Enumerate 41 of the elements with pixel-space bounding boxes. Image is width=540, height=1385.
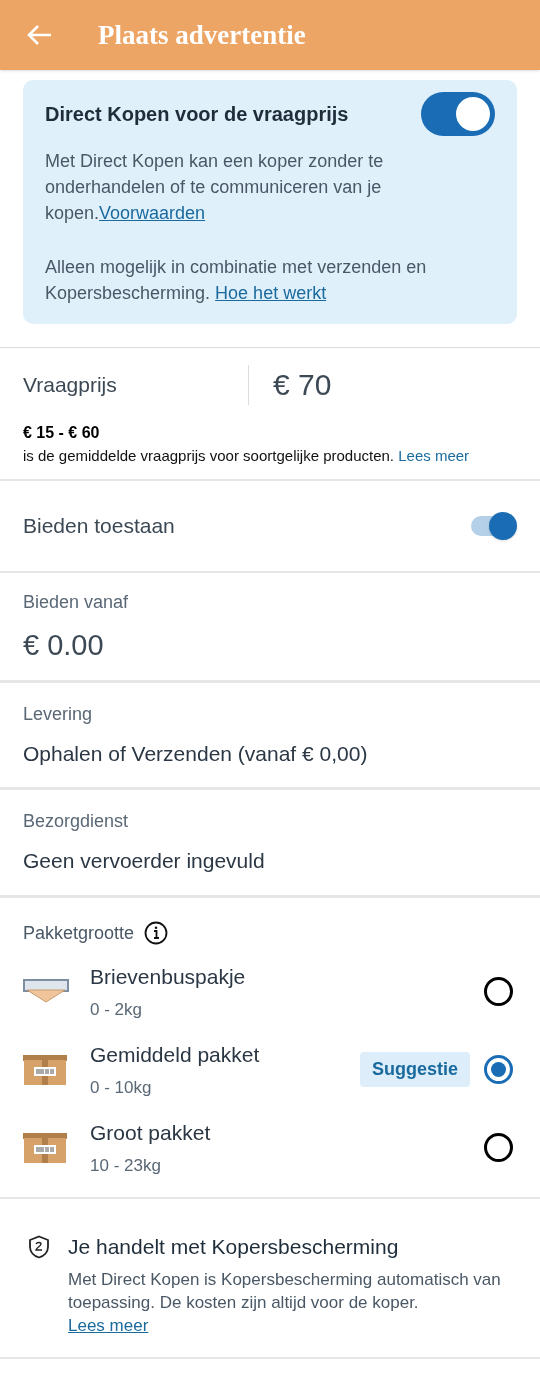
bidding-toggle[interactable] [469,511,517,541]
delivery-value[interactable]: Ophalen of Verzenden (vanaf € 0,00) [23,737,517,769]
package-weight: 0 - 10kg [90,1076,153,1099]
price-label: Vraagprijs [23,371,118,398]
price-input[interactable]: € 70 [249,362,332,407]
read-more-link[interactable]: Lees meer [398,447,470,464]
read-more-link[interactable]: Lees meer [68,1314,149,1337]
carrier-label: Bezorgdienst [23,810,130,833]
package-option[interactable]: Groot pakket 10 - 23kg [23,1114,517,1181]
direct-buy-note: Alleen mogelijk in combinatie met verzenden en Kopersbescherming. Hoe het werkt [45,256,428,305]
radio-button[interactable] [484,1133,513,1162]
page-title: Plaats advertentie [98,18,306,52]
protection-text: Met Direct Kopen is Kopersbescherming automatisch van toepassing. De kosten zijn altijd voor de koper. [68,1269,502,1314]
info-icon[interactable] [144,921,169,945]
bidding-label: Bieden toestaan [23,513,175,540]
direct-buy-toggle[interactable] [421,92,495,136]
package-option[interactable]: Gemiddeld pakket 0 - 10kg Suggestie [23,1036,517,1103]
bid-from-label: Bieden vanaf [23,591,130,614]
direct-buy-title: Direct Kopen voor de vraagprijs [45,102,349,127]
conditions-link[interactable]: Voorwaarden [99,203,206,223]
delivery-label: Levering [23,702,94,726]
box-icon [23,1132,67,1163]
how-it-works-link[interactable]: Hoe het werkt [215,283,327,303]
package-name: Brievenbuspakje [90,964,247,990]
package-size-label: Pakketgrootte [23,921,135,945]
radio-button[interactable] [484,977,513,1006]
package-name: Groot pakket [90,1120,212,1146]
bid-from-input[interactable]: € 0.00 [23,624,517,668]
protection-title: Je handelt met Kopersbescherming [68,1233,400,1260]
package-name: Gemiddeld pakket [90,1042,261,1068]
package-weight: 10 - 23kg [90,1154,162,1177]
box-icon [23,1054,67,1085]
radio-button[interactable] [484,1055,513,1084]
carrier-value[interactable]: Geen vervoerder ingevuld [23,845,517,877]
direct-buy-description: Met Direct Kopen kan een koper zonder te onderhandelen of te communiceren van je kopen.Voorwaarden [45,150,385,225]
package-weight: 0 - 2kg [90,998,143,1021]
price-hint: is de gemiddelde vraagprijs voor soortgelijke producten. Lees meer [23,446,471,466]
package-option[interactable]: Brievenbuspakje 0 - 2kg [23,958,517,1025]
suggestion-badge: Suggestie [359,1052,470,1087]
price-range: € 15 - € 60 [23,423,101,443]
shield-icon [28,1234,50,1259]
